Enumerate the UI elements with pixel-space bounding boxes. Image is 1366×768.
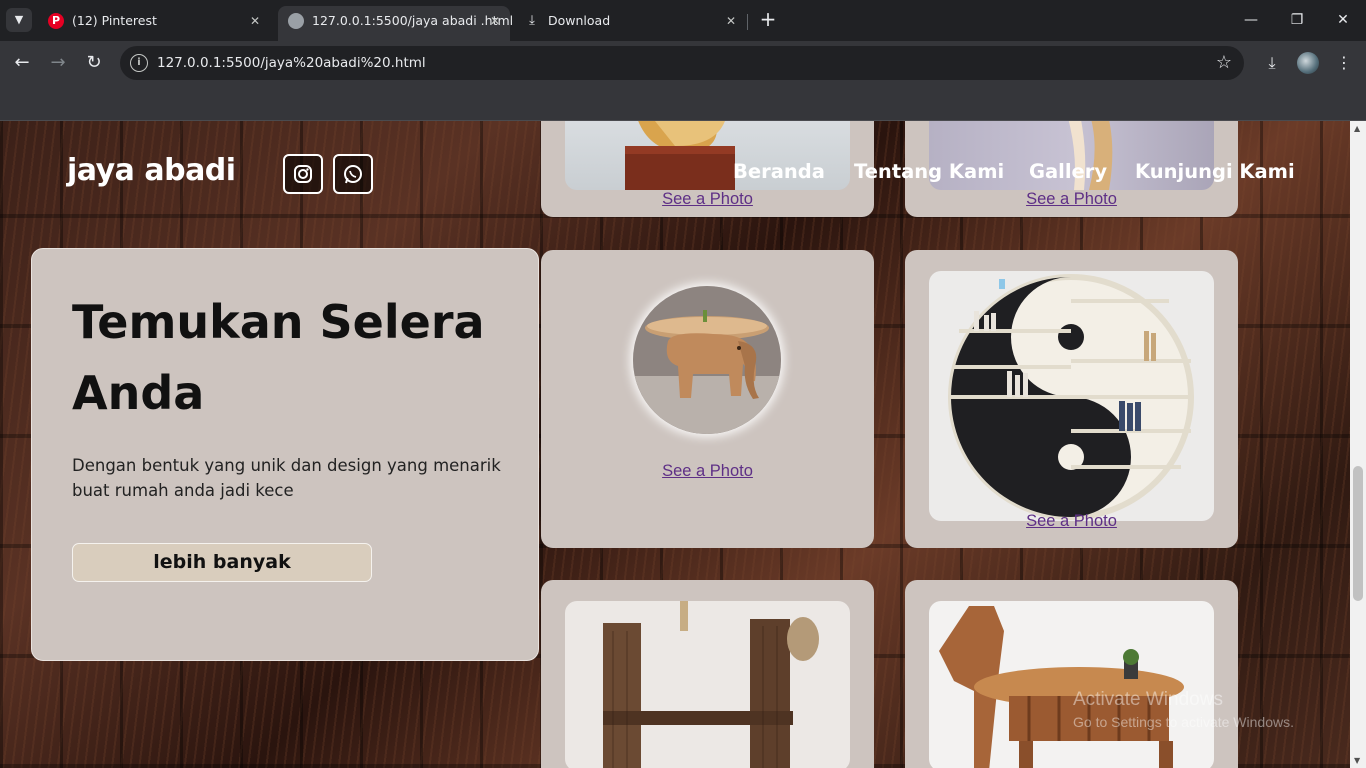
page-viewport: See a Photo See a Photo See a Photo See … <box>0 121 1350 768</box>
close-window-button[interactable]: ✕ <box>1320 6 1366 34</box>
hero-card: Temukan Selera Anda Dengan bentuk yang u… <box>31 248 539 661</box>
profile-avatar[interactable] <box>1297 52 1319 74</box>
hero-description: Dengan bentuk yang unik dan design yang … <box>72 456 501 500</box>
page-scrollbar[interactable]: ▲ ▼ <box>1350 121 1366 768</box>
menu-icon[interactable]: ⋮ <box>1330 49 1358 77</box>
yin-yang-bookshelf-photo <box>929 271 1214 521</box>
globe-icon <box>288 13 304 29</box>
close-icon[interactable]: ✕ <box>726 6 736 36</box>
whatsapp-icon <box>344 165 362 184</box>
gallery-card <box>905 580 1238 768</box>
scroll-down-icon[interactable]: ▼ <box>1354 756 1360 765</box>
gallery-card <box>541 580 874 768</box>
whatsapp-button[interactable] <box>333 154 373 194</box>
reload-button[interactable]: ↻ <box>80 49 108 77</box>
tab-search-button[interactable]: ▼ <box>6 8 32 32</box>
tab-jaya-abadi[interactable]: 127.0.0.1:5500/jaya abadi .html ✕ <box>278 6 514 41</box>
scrollbar-thumb[interactable] <box>1353 466 1363 601</box>
address-bar[interactable]: i 127.0.0.1:5500/jaya%20abadi%20.html ☆ <box>120 46 1244 80</box>
horse-desk-photo <box>929 601 1214 768</box>
more-button[interactable]: lebih banyak <box>72 543 372 582</box>
activation-watermark-subtitle: Go to Settings to activate Windows. <box>1073 714 1294 730</box>
close-icon[interactable]: ✕ <box>490 6 500 36</box>
nav-gallery[interactable]: Gallery <box>1029 160 1107 183</box>
back-button[interactable]: ← <box>8 49 36 77</box>
see-photo-link[interactable]: See a Photo <box>905 512 1238 531</box>
pinterest-icon: P <box>48 13 64 29</box>
new-tab-button[interactable]: + <box>756 8 780 32</box>
rope-wall-shelf-photo <box>565 601 850 768</box>
gallery-card: See a Photo <box>541 250 874 548</box>
activation-watermark-title: Activate Windows <box>1073 689 1223 710</box>
tab-strip: ▼ P (12) Pinterest ✕ 127.0.0.1:5500/jaya… <box>0 0 1366 41</box>
tab-download[interactable]: ⤓ Download ✕ <box>514 6 746 36</box>
bookmark-star-icon[interactable]: ☆ <box>1216 46 1232 80</box>
tab-title: 127.0.0.1:5500/jaya abadi .html <box>312 13 514 28</box>
nav-kunjungi-kami[interactable]: Kunjungi Kami <box>1135 160 1295 183</box>
see-photo-link[interactable]: See a Photo <box>905 190 1238 209</box>
tab-pinterest[interactable]: P (12) Pinterest ✕ <box>38 6 270 36</box>
elephant-table-photo <box>633 286 781 434</box>
close-icon[interactable]: ✕ <box>250 6 260 36</box>
address-text[interactable]: 127.0.0.1:5500/jaya%20abadi%20.html <box>157 46 426 80</box>
nav-beranda[interactable]: Beranda <box>733 160 825 183</box>
scroll-up-icon[interactable]: ▲ <box>1354 124 1360 133</box>
tab-separator <box>747 14 748 30</box>
browser-toolbar: ← → ↻ i 127.0.0.1:5500/jaya%20abadi%20.h… <box>0 41 1366 85</box>
instagram-button[interactable] <box>283 154 323 194</box>
nav-tentang-kami[interactable]: Tentang Kami <box>854 160 1004 183</box>
instagram-icon <box>294 165 312 183</box>
restore-button[interactable]: ❐ <box>1274 6 1320 34</box>
hero-title: Temukan Selera Anda <box>72 295 485 420</box>
forward-button[interactable]: → <box>44 49 72 77</box>
downloads-icon[interactable]: ⤓ <box>1258 49 1286 77</box>
see-photo-link[interactable]: See a Photo <box>541 462 874 481</box>
gallery-card: See a Photo <box>905 250 1238 548</box>
tab-title: Download <box>548 13 611 28</box>
minimize-button[interactable]: — <box>1228 6 1274 34</box>
site-info-icon[interactable]: i <box>130 54 148 72</box>
bookmarks-bar <box>0 85 1366 121</box>
brand-logo[interactable]: jaya abadi <box>67 153 236 188</box>
download-icon: ⤓ <box>529 13 535 28</box>
see-photo-link[interactable]: See a Photo <box>541 190 874 209</box>
tab-title: (12) Pinterest <box>72 13 157 28</box>
